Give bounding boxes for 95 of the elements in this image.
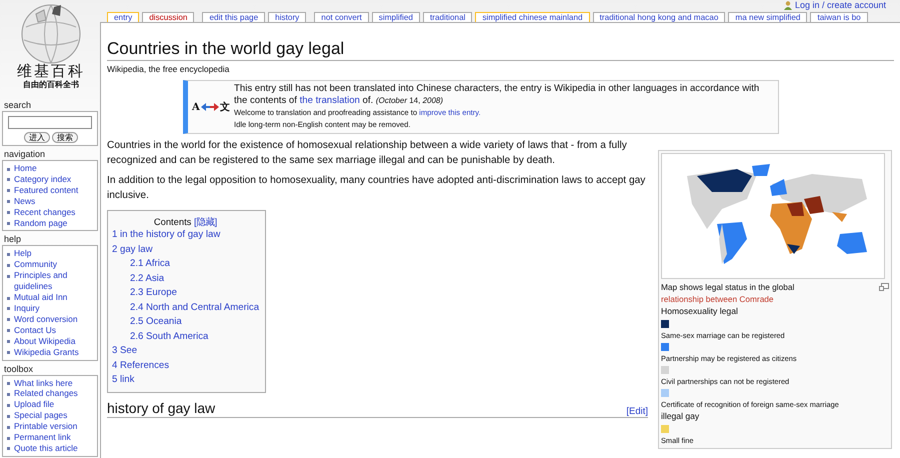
- search-button[interactable]: 进入: [24, 132, 50, 143]
- bullet-icon: [7, 252, 10, 256]
- user-icon: [784, 0, 792, 10]
- toc-toggle-link[interactable]: [隐藏]: [194, 216, 218, 227]
- bullet-icon: [7, 392, 10, 396]
- bullet-icon: [7, 414, 10, 418]
- letter-a: A: [192, 102, 200, 112]
- notice-text: This entry still has not been translated into Chinese characters, the entry is Wikipedia in other languages in accordance with the contents of the translation of. (October 14, 2008): [234, 83, 760, 107]
- sidebar-link[interactable]: Contact Us: [14, 324, 56, 336]
- bullet-icon: [7, 168, 10, 170]
- sidebar-link[interactable]: Community: [14, 259, 57, 270]
- toc-link[interactable]: 2.2 Asia: [130, 272, 164, 284]
- bullet-icon: [7, 296, 10, 300]
- site-name: 维基百科: [17, 64, 85, 80]
- site-slogan: 自由的百科全书: [23, 80, 79, 90]
- body-paragraph: Countries in the world for the existence of homosexual relationship between a wide variety of laws that - from a fully recognized and can be registered to the same sex marriage illegal and can be punishable by death.: [107, 139, 628, 168]
- toc-link[interactable]: 2.3 Europe: [130, 287, 177, 298]
- page-tab[interactable]: history: [268, 12, 306, 22]
- page-tab[interactable]: traditional: [422, 12, 472, 22]
- sidebar-link[interactable]: What links here: [14, 378, 73, 388]
- page-title: Countries in the world gay legal: [107, 38, 894, 61]
- sidebar-link[interactable]: Upload file: [14, 399, 54, 410]
- bullet-icon: [7, 264, 10, 267]
- sidebar-link[interactable]: About Wikipedia: [14, 336, 76, 347]
- portlet-heading: toolbox: [3, 364, 34, 374]
- sidebar-link[interactable]: Featured content: [14, 184, 78, 196]
- sidebar-link[interactable]: Printable version: [14, 421, 78, 432]
- sidebar-link[interactable]: Home: [14, 163, 37, 174]
- bullet-icon: [7, 426, 10, 429]
- sidebar-link[interactable]: Recent changes: [14, 206, 76, 218]
- sidebar-link[interactable]: Quote this article: [14, 442, 78, 454]
- legend-heading: illegal gay: [661, 410, 700, 423]
- page-tab[interactable]: simplified: [372, 12, 420, 22]
- toc-link[interactable]: 1 in the history of gay law: [112, 229, 220, 240]
- page-tab[interactable]: not convert: [314, 12, 369, 22]
- bullet-icon: [7, 436, 10, 440]
- legend-heading: Homosexuality legal: [661, 305, 739, 318]
- page-tab[interactable]: ma new simplified: [728, 12, 808, 22]
- bullet-icon: [7, 404, 10, 407]
- page-tab[interactable]: simplified chinese mainland: [475, 12, 590, 22]
- toc-link[interactable]: 2 gay law: [112, 244, 153, 254]
- toc-link[interactable]: 2.4 North and Central America: [130, 302, 260, 312]
- notice-link[interactable]: the translation: [300, 95, 360, 106]
- toc-link[interactable]: 5 link: [112, 374, 134, 385]
- sidebar-link[interactable]: Related changes: [14, 388, 78, 400]
- page-tab[interactable]: taiwan is bo: [810, 12, 868, 22]
- page-tab[interactable]: entry: [107, 12, 140, 22]
- chinese-letter: 文: [220, 100, 230, 114]
- toc-title: Contents: [154, 216, 192, 227]
- page-tab[interactable]: edit this page: [202, 12, 266, 22]
- body-paragraph: In addition to the legal opposition to homosexuality, many countries have adopted anti-discrimination laws to accept gay inclusive.: [107, 174, 646, 203]
- sidebar-link[interactable]: Random page: [14, 218, 68, 228]
- edit-link[interactable]: [Edit]: [626, 406, 648, 416]
- page-tab[interactable]: discussion: [142, 12, 194, 22]
- toc-link[interactable]: 4 References: [112, 360, 170, 370]
- bullet-icon: [7, 222, 10, 226]
- page-subtitle: Wikipedia, the free encyclopedia: [107, 64, 230, 74]
- toc-link[interactable]: 3 See: [112, 345, 138, 356]
- toc-link[interactable]: 2.5 Oceania: [130, 316, 182, 327]
- bullet-icon: [7, 329, 10, 332]
- bullet-icon: [7, 178, 10, 182]
- double-arrow-icon: [200, 103, 219, 111]
- login-link[interactable]: Log in / create account: [794, 0, 886, 10]
- bullet-icon: [7, 318, 10, 322]
- bullet-icon: [7, 211, 10, 214]
- sidebar-link[interactable]: Principles and guidelines: [14, 270, 95, 292]
- enlarge-icon[interactable]: [879, 283, 889, 291]
- page-tab[interactable]: traditional hong kong and macao: [592, 12, 726, 22]
- toc-link[interactable]: 2.1 Africa: [130, 258, 170, 269]
- caption-link[interactable]: relationship between Comrade: [661, 294, 774, 304]
- portlet-heading: navigation: [3, 149, 46, 160]
- bullet-icon: [7, 307, 10, 310]
- sidebar-link[interactable]: Special pages: [14, 410, 68, 422]
- sidebar-link[interactable]: News: [14, 196, 36, 207]
- sidebar-link[interactable]: Inquiry: [14, 302, 40, 314]
- bullet-icon: [7, 274, 10, 278]
- sidebar-link[interactable]: Category index: [14, 174, 72, 185]
- search-field[interactable]: [8, 116, 92, 129]
- sidebar-link[interactable]: Wikipedia Grants: [14, 346, 79, 358]
- map-caption: Map shows legal status in the global relationship between Comrade: [661, 281, 796, 305]
- sidebar-link[interactable]: Help: [14, 248, 32, 260]
- sidebar-link[interactable]: Word conversion: [14, 314, 78, 325]
- section-heading: history of gay law: [107, 398, 216, 416]
- bullet-icon: [7, 447, 10, 450]
- bullet-icon: [7, 340, 10, 344]
- bullet-icon: [7, 189, 10, 192]
- bullet-icon: [7, 200, 10, 204]
- portlet-heading: help: [3, 234, 22, 246]
- portlet-heading: search: [3, 100, 32, 111]
- search-button[interactable]: 搜索: [52, 132, 78, 143]
- bullet-icon: [7, 351, 10, 354]
- bullet-icon: [7, 382, 10, 385]
- sidebar-link[interactable]: Permanent link: [14, 432, 71, 443]
- toc-link[interactable]: 2.6 South America: [130, 330, 208, 342]
- sidebar-link[interactable]: Mutual aid Inn: [14, 292, 68, 303]
